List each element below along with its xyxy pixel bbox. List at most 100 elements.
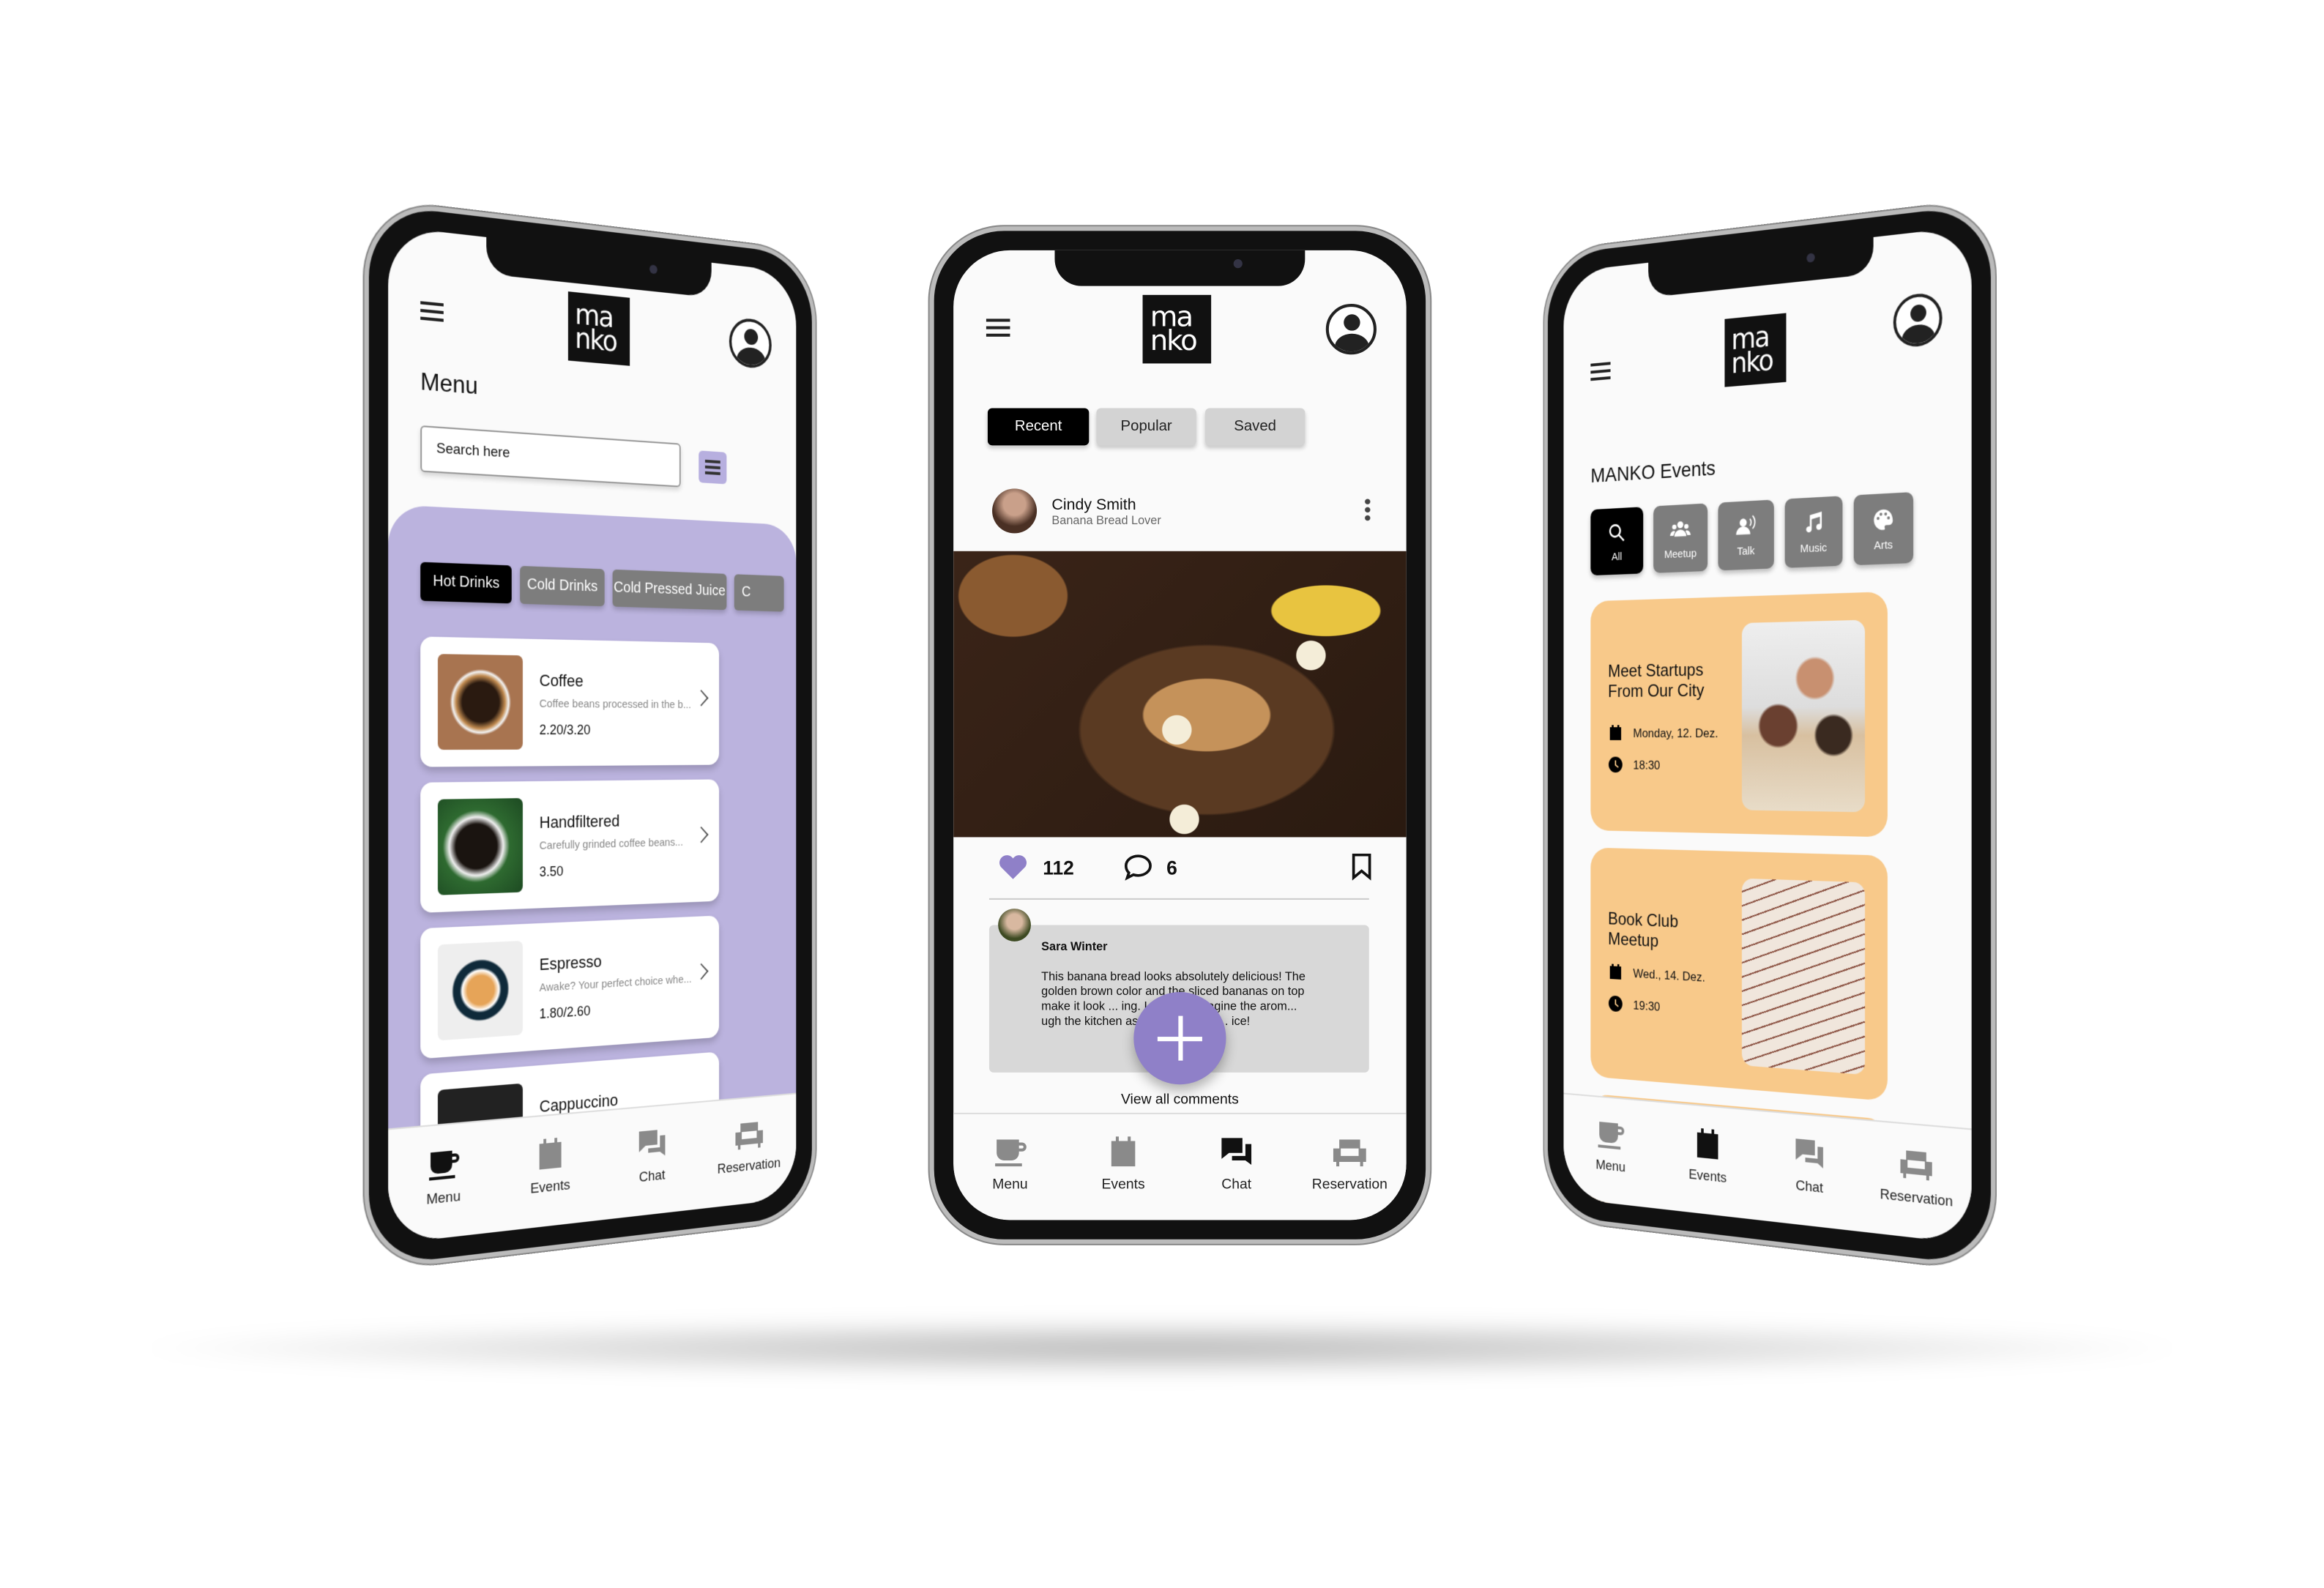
event-date: Monday, 12. Dez. (1608, 724, 1718, 742)
item-name: Handfiltered (539, 813, 620, 833)
nav-chat[interactable]: Chat (610, 1124, 693, 1219)
espresso-image (437, 940, 523, 1041)
heart-icon[interactable] (998, 854, 1028, 881)
nav-label: Events (1101, 1177, 1145, 1193)
notch (1648, 236, 1874, 298)
event-time: 18:30 (1608, 756, 1660, 774)
nav-events[interactable]: Events (1076, 1135, 1171, 1220)
tab-popular[interactable]: Popular (1096, 408, 1196, 446)
category-talk[interactable]: Talk (1718, 499, 1774, 571)
nav-menu[interactable]: Menu (397, 1143, 489, 1243)
comment-author: Sara Winter (1041, 939, 1108, 954)
category-music[interactable]: Music (1784, 496, 1843, 568)
nav-label: Chat (1221, 1177, 1252, 1193)
event-card[interactable]: Book Club Meetup Wed., 14. Dez. 19:30 (1590, 847, 1888, 1102)
nav-events[interactable]: Events (506, 1133, 594, 1231)
bookmark-icon[interactable] (1349, 853, 1374, 881)
nav-label: Menu (1595, 1157, 1625, 1177)
chevron-right-icon (693, 963, 709, 980)
phone-events: ma nko MANKO Events All Meetup Talk Music… (1543, 198, 1996, 1272)
nav-events[interactable]: Events (1666, 1124, 1750, 1219)
nav-menu[interactable]: Menu (1571, 1115, 1651, 1208)
commenter-avatar[interactable] (998, 909, 1031, 942)
category-label: Music (1800, 540, 1828, 555)
page-title: MANKO Events (1590, 455, 1716, 487)
coffee-cup-icon (429, 1149, 460, 1181)
item-description: Coffee beans processed in the b... (539, 696, 691, 712)
add-post-button[interactable] (1133, 992, 1226, 1085)
startups-photo (1741, 619, 1866, 813)
menu-item-espresso[interactable]: Espresso Awake? Your perfect choice whe.… (420, 915, 720, 1059)
event-date-text: Monday, 12. Dez. (1633, 725, 1718, 741)
menu-screen: ma nko Menu Search here Hot Drinks Cold D… (388, 225, 797, 1245)
chevron-right-icon (693, 690, 709, 707)
item-price: 1.80/2.60 (539, 1003, 591, 1022)
profile-avatar-icon[interactable] (1325, 304, 1377, 355)
event-title: Meet Startups From Our City (1608, 659, 1705, 701)
item-price: 2.20/3.20 (539, 722, 591, 738)
chevron-right-icon (693, 826, 709, 843)
item-price: 3.50 (539, 863, 564, 880)
feed-screen: ma nko Recent Popular Saved Cindy Smith B… (953, 250, 1407, 1220)
calendar-icon (1111, 1136, 1136, 1167)
item-name: Coffee (539, 672, 584, 691)
comment-icon[interactable] (1123, 854, 1153, 881)
clock-icon (1608, 756, 1623, 773)
filter-sliders-icon[interactable] (699, 450, 727, 485)
category-label: Arts (1874, 537, 1893, 552)
nav-label: Menu (426, 1188, 461, 1209)
profile-avatar-icon[interactable] (729, 316, 772, 370)
banana-bread-photo (953, 551, 1407, 838)
nav-reservation[interactable]: Reservation (1302, 1135, 1397, 1220)
hamburger-menu-icon[interactable] (986, 318, 1010, 337)
group-icon (1669, 520, 1691, 537)
post-author-subtitle: Banana Bread Lover (1051, 513, 1161, 528)
phone-feed: ma nko Recent Popular Saved Cindy Smith B… (929, 226, 1431, 1244)
phone-menu: ma nko Menu Search here Hot Drinks Cold D… (364, 198, 816, 1272)
nav-chat[interactable]: Chat (1189, 1135, 1284, 1220)
calendar-icon (1697, 1127, 1718, 1160)
tab-hot-drinks[interactable]: Hot Drinks (420, 562, 512, 604)
search-input[interactable]: Search here (420, 425, 681, 488)
tab-recent[interactable]: Recent (987, 408, 1090, 446)
sofa-icon (735, 1121, 763, 1150)
tab-cold-pressed-juice[interactable]: Cold Pressed Juice (612, 569, 727, 611)
sofa-icon (1333, 1139, 1366, 1167)
music-note-icon (1806, 510, 1822, 532)
tab-cold-drinks[interactable]: Cold Drinks (520, 565, 605, 607)
palette-icon (1874, 508, 1893, 530)
tab-saved[interactable]: Saved (1204, 408, 1306, 446)
nav-chat[interactable]: Chat (1766, 1133, 1854, 1231)
menu-item-coffee[interactable]: Coffee Coffee beans processed in the b..… (420, 636, 720, 767)
event-title: Book Club Meetup (1608, 908, 1679, 952)
category-meetup[interactable]: Meetup (1653, 503, 1708, 573)
category-arts[interactable]: Arts (1853, 491, 1914, 566)
notch (486, 236, 712, 298)
nav-menu[interactable]: Menu (962, 1135, 1057, 1220)
author-avatar[interactable] (992, 488, 1038, 534)
comment-count: 6 (1166, 856, 1177, 879)
post-author[interactable]: Cindy Smith (1051, 496, 1136, 514)
hamburger-menu-icon[interactable] (1590, 362, 1611, 381)
event-time-text: 19:30 (1633, 997, 1661, 1014)
nav-label: Reservation (1880, 1186, 1954, 1212)
event-card[interactable]: Meet Startups From Our City Monday, 12. … (1590, 592, 1888, 838)
view-all-comments-link[interactable]: View all comments (953, 1092, 1407, 1108)
coffee-cup-icon (995, 1139, 1027, 1167)
tab-more[interactable]: C (734, 574, 784, 612)
book-photo (1741, 878, 1866, 1076)
item-description: Awake? Your perfect choice whe... (539, 972, 692, 995)
divider (988, 898, 1369, 900)
profile-avatar-icon[interactable] (1893, 291, 1943, 349)
nav-reservation[interactable]: Reservation (709, 1115, 789, 1208)
chat-bubbles-icon (638, 1129, 666, 1158)
bottom-nav: Menu Events Chat Reservation (1563, 1092, 1972, 1245)
nav-reservation[interactable]: Reservation (1871, 1143, 1963, 1243)
hamburger-menu-icon[interactable] (420, 301, 444, 322)
menu-item-handfiltered[interactable]: Handfiltered Carefully grinded coffee be… (420, 779, 720, 913)
more-options-icon[interactable] (1364, 497, 1371, 522)
category-all[interactable]: All (1590, 507, 1644, 576)
chat-bubbles-icon (1221, 1138, 1252, 1166)
coffee-image (437, 654, 523, 750)
like-count: 112 (1043, 856, 1074, 879)
